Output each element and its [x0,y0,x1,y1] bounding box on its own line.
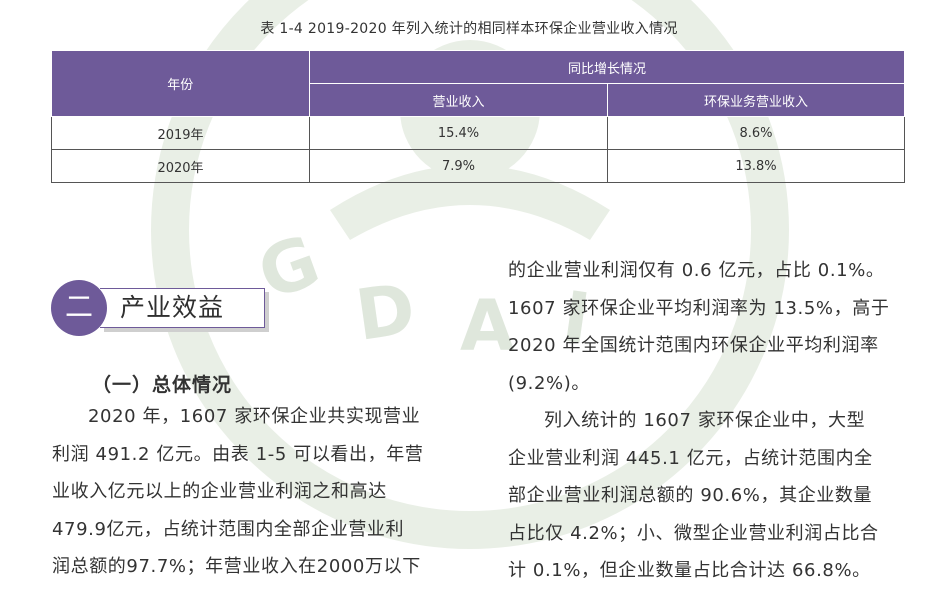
cell-year: 2020年 [51,149,310,183]
paragraph-line: 业收入亿元以上的企业营业利润之和高达 [52,481,387,502]
section-title: 产业效益 [120,293,225,322]
header-revenue: 营业收入 [309,83,608,117]
table-row: 2019年 15.4% 8.6% [51,116,906,150]
body-paragraph-right: 的企业营业利润仅有 0.6 亿元，占比 0.1%。 1607 家环保企业平均利润… [508,252,908,590]
section-number-badge: 二 [51,280,107,336]
paragraph-line: 润总额的97.7%；年营业收入在2000万以下 [52,556,421,577]
body-paragraph-left: 2020 年，1607 家环保企业共实现营业 利润 491.2 亿元。由表 1-… [52,398,452,586]
paragraph-line: 1607 家环保企业平均利润率为 13.5%，高于 [508,297,890,319]
paragraph-line: 占比仅 4.2%；小、微型企业营业利润占比合 [508,522,879,544]
paragraph-line: 计 0.1%，但企业数量占比合计达 66.8%。 [508,560,871,581]
cell-year: 2019年 [51,116,310,150]
paragraph-line: 2020 年，1607 家环保企业共实现营业 [88,406,421,427]
paragraph-line: 479.9亿元，占统计范围内全部企业营业利 [52,518,405,540]
cell-revenue: 7.9% [309,149,608,183]
paragraph-line: 利润 491.2 亿元。由表 1-5 可以看出，年营 [52,443,424,465]
paragraph-line: 企业营业利润 445.1 亿元，占统计范围内全 [508,447,873,469]
paragraph-line: 列入统计的 1607 家环保企业中，大型 [544,410,866,431]
cell-env-revenue: 8.6% [606,116,906,150]
paragraph-line: 的企业营业利润仅有 0.6 亿元，占比 0.1%。 [508,260,885,281]
header-yoy-growth: 同比增长情况 [308,50,906,84]
paragraph-line: 2020 年全国统计范围内环保企业平均利润率 [508,335,879,356]
cell-env-revenue: 13.8% [606,149,906,183]
header-year: 年份 [51,50,310,117]
subsection-heading: （一）总体情况 [92,374,233,396]
paragraph-line: (9.2%)。 [508,372,590,394]
revenue-growth-table: 年份 同比增长情况 营业收入 环保业务营业收入 2019年 15.4% 8.6%… [51,50,906,183]
cell-revenue: 15.4% [309,116,608,150]
table-caption: 表 1-4 2019-2020 年列入统计的相同样本环保企业营业收入情况 [260,21,678,37]
table-row: 2020年 7.9% 13.8% [51,149,906,183]
header-env-revenue: 环保业务营业收入 [606,83,906,117]
paragraph-line: 部企业营业利润总额的 90.6%，其企业数量 [508,485,873,506]
